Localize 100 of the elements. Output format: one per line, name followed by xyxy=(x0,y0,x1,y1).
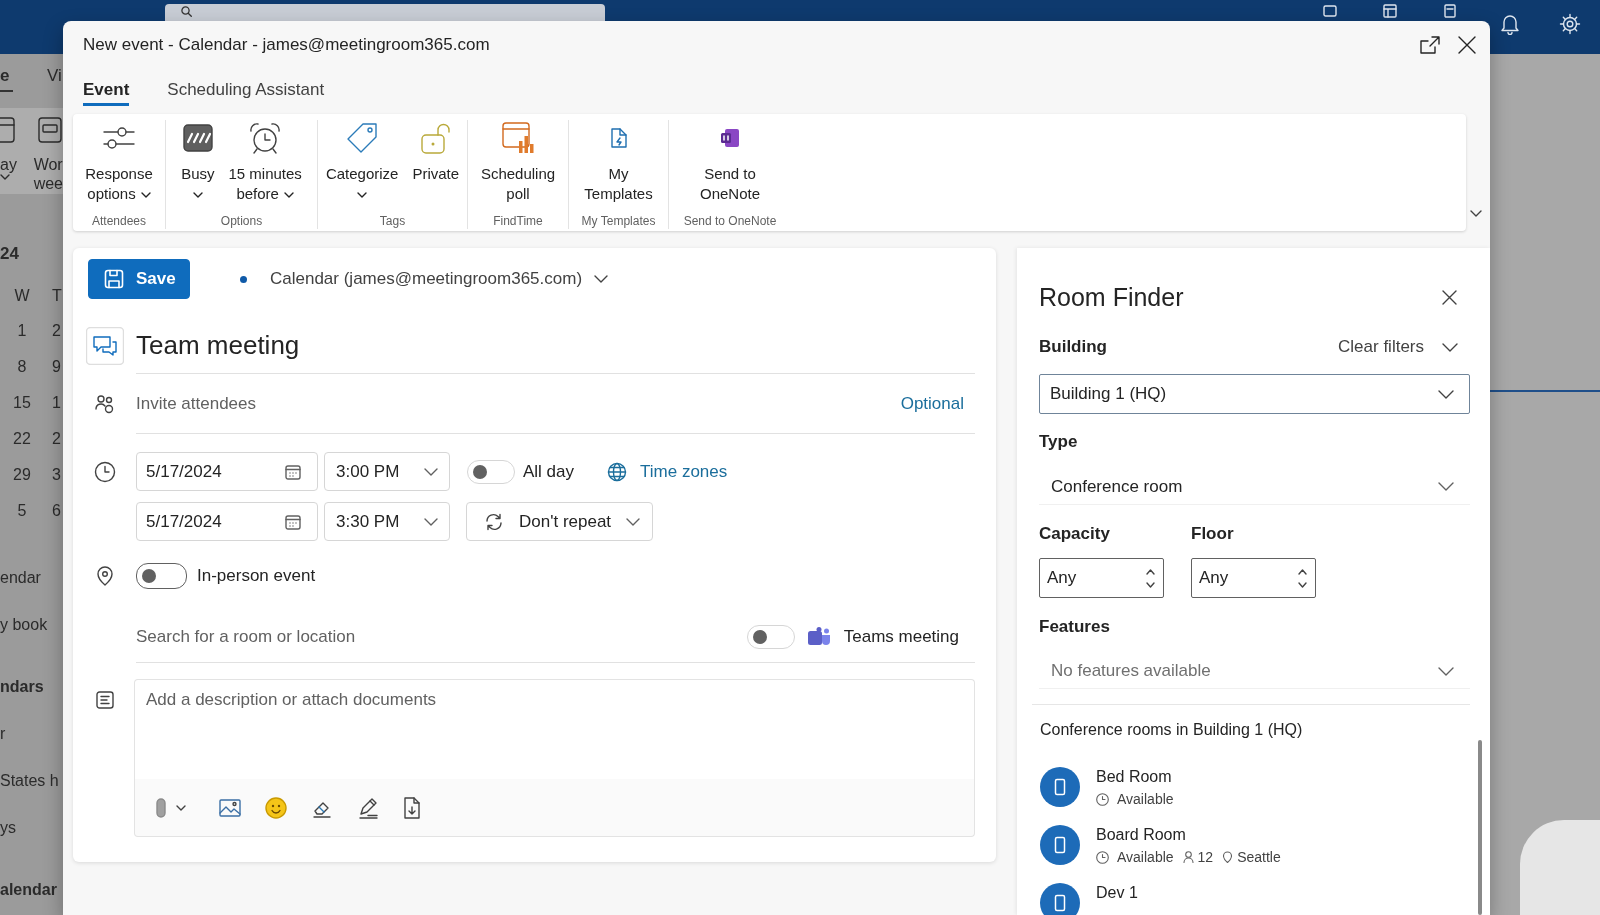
field-label: Type xyxy=(1039,431,1078,453)
ribbon-button[interactable]: Send to OneNote xyxy=(696,120,763,204)
folder-item[interactable]: States h xyxy=(0,757,63,804)
time-zones-link[interactable]: Time zones xyxy=(607,458,728,485)
tab[interactable]: e xyxy=(0,66,13,92)
folder-item[interactable]: r xyxy=(0,710,63,757)
room-name[interactable]: Dev 1 xyxy=(1096,882,1138,904)
save-button[interactable]: Save xyxy=(88,259,190,299)
calendar-block-icon xyxy=(182,124,213,152)
folder-heading[interactable]: ndars xyxy=(0,663,63,710)
date-field[interactable]: 5/17/2024 xyxy=(136,452,318,491)
attendees-field[interactable]: Invite attendees xyxy=(136,390,901,417)
field-label: Capacity xyxy=(1039,523,1111,545)
number-spinbox[interactable]: Any xyxy=(1191,558,1316,598)
chevron-down-icon[interactable] xyxy=(1438,389,1454,399)
clear-filters-link[interactable]: Clear filters xyxy=(1338,334,1424,360)
tab[interactable]: Vi xyxy=(47,66,60,92)
calendar-icon[interactable] xyxy=(285,463,301,480)
calendar-day[interactable]: 1 xyxy=(0,313,44,349)
calendar-day[interactable]: 9 xyxy=(44,349,63,385)
calendar-day[interactable]: 6 xyxy=(44,493,63,529)
calendar-day[interactable]: 15 xyxy=(0,385,44,421)
chevron-down-icon[interactable] xyxy=(176,804,186,811)
paperclip-icon[interactable] xyxy=(155,796,167,819)
calendar-day[interactable]: 2 xyxy=(44,313,63,349)
optional-attendees-link[interactable]: Optional xyxy=(900,390,964,417)
calendar-day[interactable]: 3 xyxy=(44,457,63,493)
bell-icon[interactable] xyxy=(1499,13,1521,35)
group-label: Attendees xyxy=(91,213,146,229)
room-status: Available xyxy=(1117,789,1174,809)
room-name[interactable]: Bed Room xyxy=(1096,766,1174,788)
chevron-up-icon[interactable] xyxy=(1146,568,1155,575)
time-dropdown[interactable]: 3:00 PM xyxy=(324,452,450,491)
ribbon-button[interactable]: 15 minutes before xyxy=(225,120,305,204)
all-day-label: All day xyxy=(523,460,575,483)
time-dropdown[interactable]: 3:30 PM xyxy=(324,502,450,541)
calendar-dropdown[interactable]: Calendar (james@meetingroom365.com) xyxy=(240,266,609,292)
chevron-down-icon[interactable] xyxy=(1438,666,1454,676)
chevron-down-icon[interactable] xyxy=(1470,210,1482,217)
people-icon xyxy=(94,394,115,414)
folder-item[interactable]: ys xyxy=(0,804,63,851)
tab[interactable]: Scheduling Assistant xyxy=(167,69,325,106)
calendar-day[interactable]: 29 xyxy=(0,457,44,493)
ribbon-button[interactable]: Categorize xyxy=(322,120,402,204)
image-icon[interactable] xyxy=(219,798,241,817)
folder-item[interactable]: y book xyxy=(0,601,63,648)
chat-bubbles-icon xyxy=(85,327,124,365)
group-label: FindTime xyxy=(493,213,543,229)
title-field[interactable]: Team meeting xyxy=(136,327,975,374)
chevron-up-icon[interactable] xyxy=(1298,568,1307,575)
repeat-icon xyxy=(484,511,504,532)
calendar-icon[interactable] xyxy=(285,513,301,530)
layout-icon[interactable] xyxy=(1383,4,1397,18)
tab[interactable]: Event xyxy=(83,69,130,106)
calendar-day[interactable]: 22 xyxy=(0,421,44,457)
folder-heading[interactable]: alendar xyxy=(0,866,63,913)
month-label: 24 xyxy=(0,243,20,265)
folder-item[interactable]: endar xyxy=(0,554,63,601)
search-field[interactable] xyxy=(165,4,605,21)
ribbon-button[interactable]: Wor wee xyxy=(33,117,63,194)
calendar-day[interactable]: 8 xyxy=(0,349,44,385)
calendar-day[interactable]: 2 xyxy=(44,421,63,457)
repeat-dropdown[interactable]: Don't repeat xyxy=(466,502,653,541)
room-icon[interactable] xyxy=(1040,767,1080,807)
ribbon-button[interactable]: ay xyxy=(0,117,30,194)
ribbon-button[interactable]: Busy xyxy=(178,120,218,204)
toggle-switch[interactable] xyxy=(136,563,187,589)
close-icon[interactable] xyxy=(1458,36,1476,54)
emoji-icon[interactable] xyxy=(265,796,287,819)
room-location: Seattle xyxy=(1237,847,1281,867)
number-spinbox[interactable]: Any xyxy=(1039,558,1164,598)
date-field[interactable]: 5/17/2024 xyxy=(136,502,318,541)
chevron-down-icon[interactable] xyxy=(1442,342,1458,352)
pen-icon[interactable] xyxy=(357,796,379,819)
calendar-day[interactable]: 1 xyxy=(44,385,63,421)
window-icon[interactable] xyxy=(1323,4,1337,18)
description-field[interactable]: Add a description or attach documents xyxy=(134,679,975,779)
room-name[interactable]: Board Room xyxy=(1096,824,1281,846)
room-status: Available xyxy=(1117,847,1174,867)
ribbon-button[interactable]: Private xyxy=(409,120,463,204)
room-icon[interactable] xyxy=(1040,825,1080,865)
ribbon-button[interactable]: Response options xyxy=(82,120,156,204)
scrollbar[interactable] xyxy=(1478,740,1482,915)
panel-icon[interactable] xyxy=(1443,4,1457,18)
chevron-down-icon[interactable] xyxy=(1146,581,1155,588)
location-field[interactable]: Search for a room or location xyxy=(136,623,747,650)
calendar-day[interactable]: 5 xyxy=(0,493,44,529)
document-icon[interactable] xyxy=(403,796,421,819)
notes-icon xyxy=(95,691,114,709)
ribbon-button[interactable]: My Templates xyxy=(581,120,656,204)
close-icon[interactable] xyxy=(1442,289,1457,305)
room-icon[interactable] xyxy=(1040,883,1080,915)
building-field[interactable]: Building 1 (HQ) xyxy=(1039,374,1470,414)
alarm-clock-icon xyxy=(249,122,282,154)
pop-out-icon[interactable] xyxy=(1420,36,1440,54)
chevron-down-icon[interactable] xyxy=(1298,581,1307,588)
globe-icon xyxy=(607,461,628,482)
ribbon-button[interactable]: Scheduling poll xyxy=(477,120,559,204)
field-label: Building xyxy=(1039,336,1107,358)
settings-icon[interactable] xyxy=(1559,13,1581,35)
